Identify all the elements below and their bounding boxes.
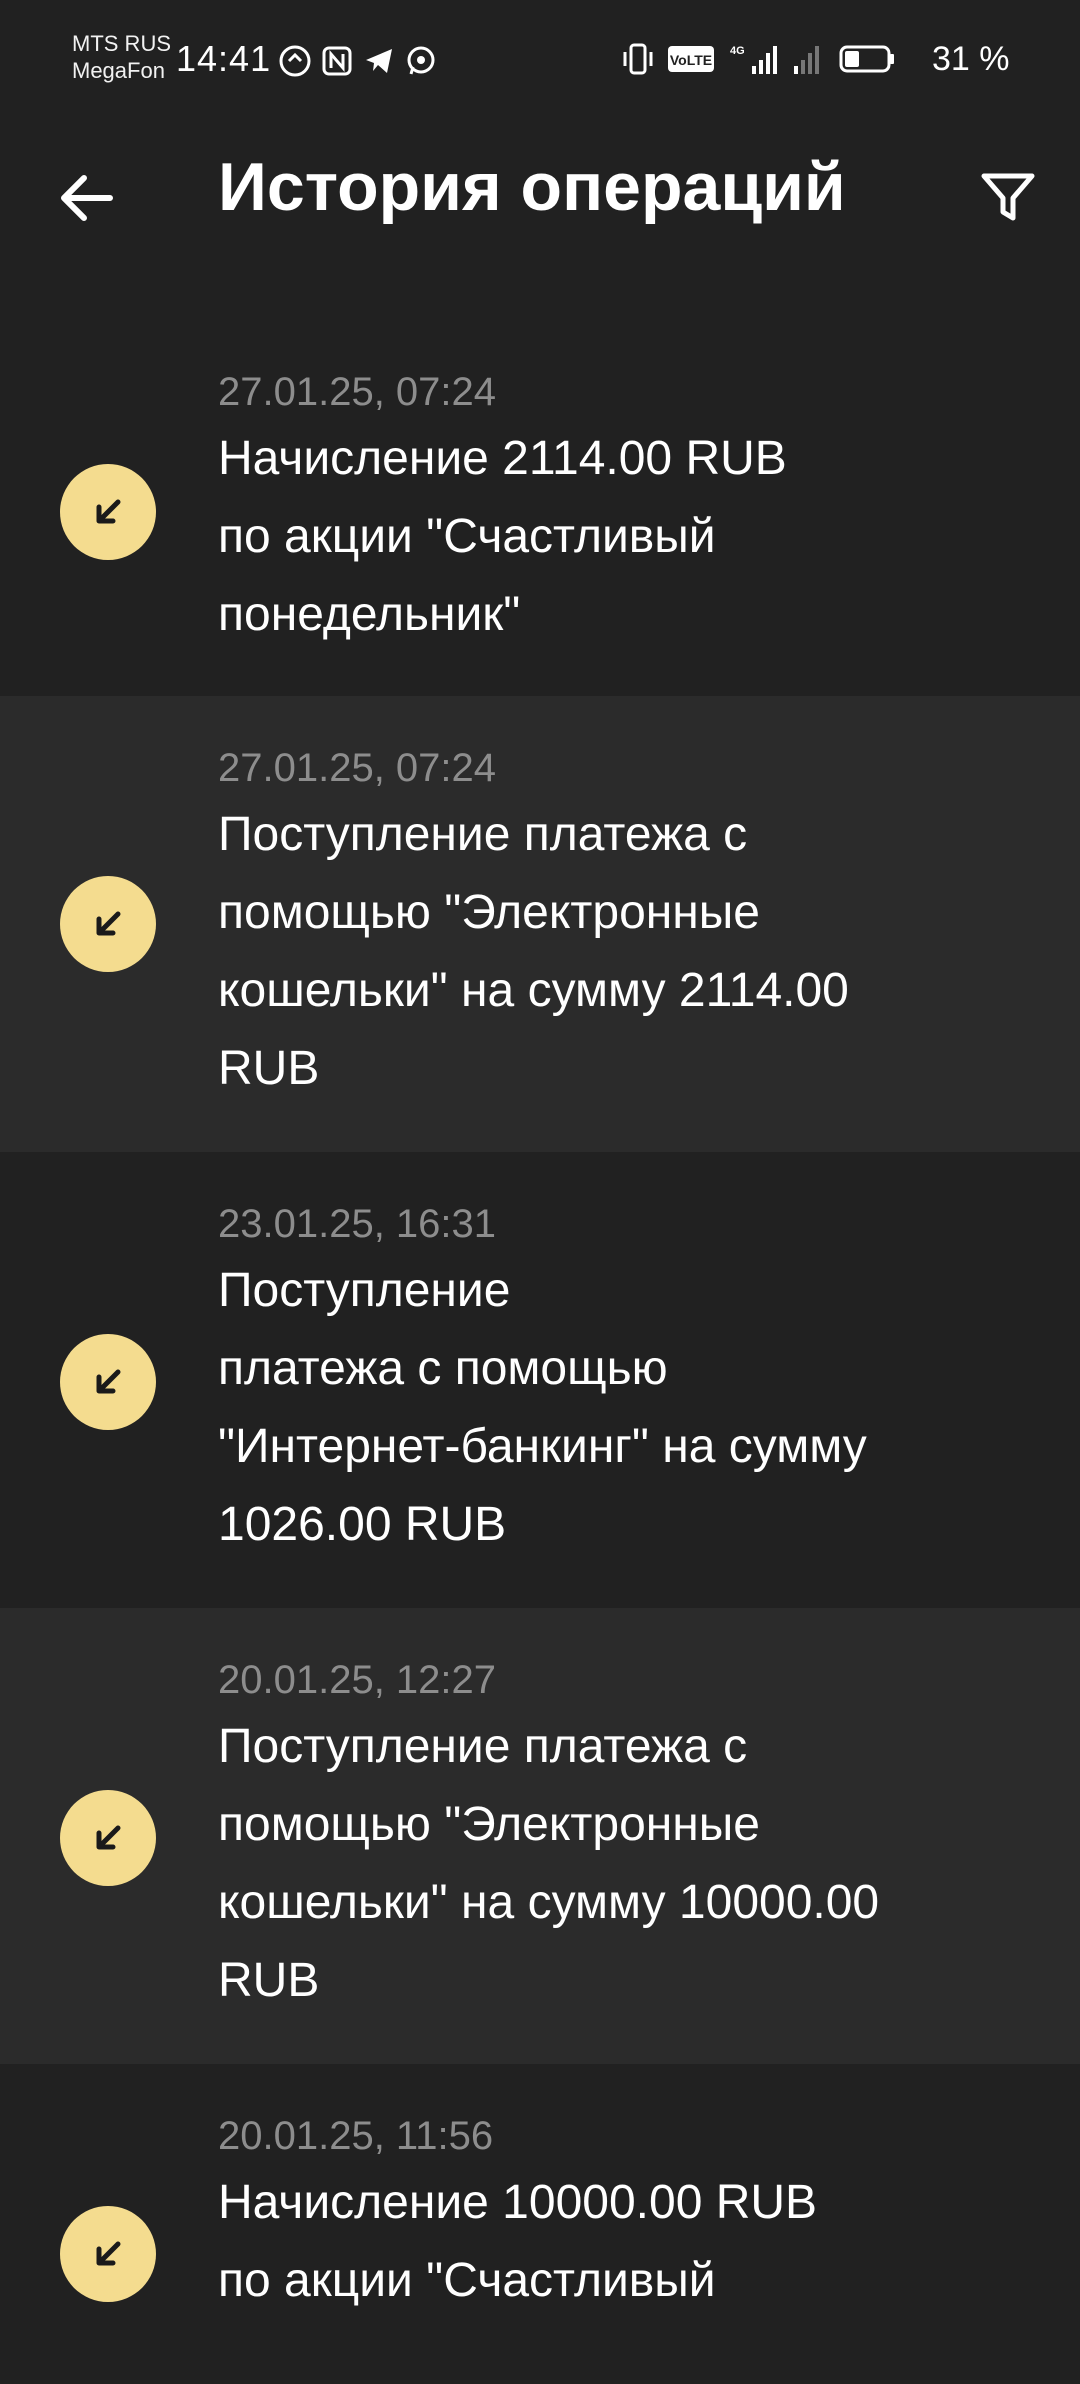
description-line: RUB	[218, 1042, 320, 1095]
carrier-names: MTS RUS MegaFon	[72, 30, 171, 84]
transaction-description: Поступление платежа с помощью "Электронн…	[218, 1708, 998, 2020]
telegram-icon	[366, 49, 392, 73]
status-time: 14:41	[176, 38, 272, 79]
transaction-date: 23.01.25, 16:31	[218, 1202, 497, 1246]
svg-text:VoLTE: VoLTE	[670, 52, 712, 68]
description-line: RUB	[218, 1954, 320, 2007]
transaction-date: 27.01.25, 07:24	[218, 746, 497, 790]
transaction-item[interactable]: 27.01.25, 07:24 Начисление 2114.00 RUB п…	[0, 316, 1080, 696]
battery-percent: 31 %	[932, 40, 1010, 78]
back-button[interactable]	[46, 158, 126, 238]
transaction-item[interactable]: 20.01.25, 11:56 Начисление 10000.00 RUB …	[0, 2064, 1080, 2384]
carrier-1: MTS RUS	[72, 31, 171, 56]
description-line: Поступление	[218, 1264, 511, 1317]
description-line: по акции "Счастливый	[218, 2254, 716, 2307]
incoming-arrow-icon	[60, 876, 156, 972]
description-line: по акции "Счастливый	[218, 510, 716, 563]
signal-4g-icon: 4G	[730, 45, 777, 74]
notification-icons	[278, 44, 438, 78]
nfc-icon	[322, 46, 352, 76]
transaction-date: 20.01.25, 12:27	[218, 1658, 497, 1702]
incoming-arrow-icon	[60, 1790, 156, 1886]
description-line: понедельник"	[218, 588, 521, 641]
description-line: помощью "Электронные	[218, 886, 760, 939]
transaction-item[interactable]: 20.01.25, 12:27 Поступление платежа с по…	[0, 1608, 1080, 2064]
description-line: Поступление платежа с	[218, 808, 748, 861]
svg-text:4G: 4G	[730, 45, 745, 57]
description-line: платежа с помощью	[218, 1342, 668, 1395]
filter-icon	[981, 173, 1035, 221]
description-line: Поступление платежа с	[218, 1720, 748, 1773]
transaction-item[interactable]: 23.01.25, 16:31 Поступление платежа с по…	[0, 1152, 1080, 1608]
carrier-2: MegaFon	[72, 58, 165, 83]
page-title: История операций	[218, 149, 846, 225]
status-bar: MTS RUS MegaFon 14:41 VoLTE 4G 31 %	[0, 0, 1080, 120]
transaction-item[interactable]: 27.01.25, 07:24 Поступление платежа с по…	[0, 696, 1080, 1152]
description-line: Начисление 2114.00 RUB	[218, 432, 787, 485]
app-bar: История операций	[0, 120, 1080, 260]
volte-icon: VoLTE	[668, 46, 714, 72]
transaction-date: 27.01.25, 07:24	[218, 370, 497, 414]
signal-bars-icon	[794, 46, 819, 74]
description-line: кошельки" на сумму 2114.00	[218, 964, 849, 1017]
transaction-list: 27.01.25, 07:24 Начисление 2114.00 RUB п…	[0, 316, 1080, 2384]
whatsapp-icon	[407, 46, 435, 75]
transaction-description: Поступление платежа с помощью "Электронн…	[218, 796, 998, 1108]
description-line: Начисление 10000.00 RUB	[218, 2176, 818, 2229]
incoming-arrow-icon	[60, 2206, 156, 2302]
transaction-date: 20.01.25, 11:56	[218, 2114, 494, 2158]
description-line: кошельки" на сумму 10000.00	[218, 1876, 880, 1929]
incoming-arrow-icon	[60, 464, 156, 560]
transaction-description: Начисление 10000.00 RUB по акции "Счастл…	[218, 2164, 998, 2320]
description-line: 1026.00 RUB	[218, 1498, 507, 1551]
description-line: "Интернет-банкинг" на сумму	[218, 1420, 867, 1473]
sync-icon	[279, 45, 311, 77]
description-line: помощью "Электронные	[218, 1798, 760, 1851]
transaction-description: Поступление платежа с помощью "Интернет-…	[218, 1252, 998, 1564]
filter-button[interactable]	[968, 158, 1048, 238]
transaction-description: Начисление 2114.00 RUB по акции "Счастли…	[218, 420, 998, 654]
battery-icon	[839, 45, 894, 73]
vibrate-icon	[623, 43, 653, 75]
arrow-left-icon	[61, 175, 113, 221]
incoming-arrow-icon	[60, 1334, 156, 1430]
system-icons: VoLTE 4G	[620, 42, 896, 76]
